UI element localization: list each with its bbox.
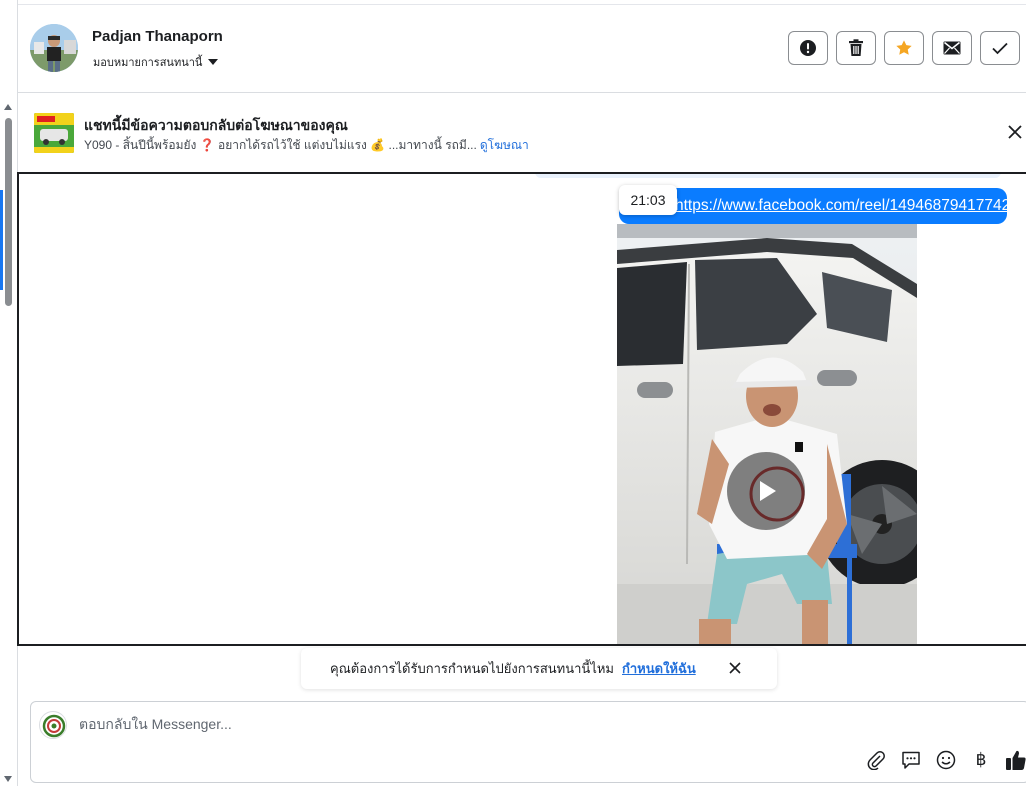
- close-icon: [729, 662, 741, 674]
- close-ad-context-button[interactable]: [1006, 123, 1024, 141]
- smiley-icon: [936, 750, 956, 770]
- ad-description: Y090 - สิ้นปีนี้พร้อมยัง ❓ อยากได้รถไว้ใ…: [84, 138, 477, 152]
- envelope-icon: [943, 41, 961, 55]
- mark-unread-button[interactable]: [932, 31, 972, 65]
- scroll-up-arrow-icon[interactable]: [4, 104, 12, 110]
- reply-input[interactable]: [79, 716, 679, 732]
- ad-thumbnail[interactable]: [34, 113, 74, 153]
- page-avatar: [39, 711, 67, 739]
- message-timestamp-tooltip: 21:03: [619, 185, 677, 215]
- conversation-header: Padjan Thanaporn มอบหมายการสนทนานี้: [18, 5, 1026, 93]
- selected-conversation-marker: [0, 190, 3, 290]
- reel-video-preview[interactable]: [617, 224, 917, 644]
- close-icon: [1008, 125, 1022, 139]
- play-icon: [760, 481, 776, 501]
- inbox-conversation-view: Padjan Thanaporn มอบหมายการสนทนานี้ แชทน…: [0, 0, 1026, 786]
- ad-context-title: แชทนี้มีข้อความตอบกลับต่อโฆษณาของคุณ: [84, 117, 348, 133]
- composer-toolbar: ฿: [865, 749, 1026, 771]
- conversation-actions: [788, 31, 1020, 65]
- payment-button[interactable]: ฿: [970, 749, 992, 771]
- alert-icon: [800, 40, 816, 56]
- report-spam-button[interactable]: [788, 31, 828, 65]
- previous-message-bubble: [535, 174, 1001, 178]
- assign-conversation-dropdown[interactable]: มอบหมายการสนทนานี้: [93, 53, 219, 71]
- thumbs-up-icon: [1006, 750, 1026, 770]
- star-button[interactable]: [884, 31, 924, 65]
- conversation-list-scrollbar[interactable]: [5, 118, 12, 306]
- star-icon: [896, 40, 912, 55]
- caret-down-icon: [208, 59, 219, 65]
- emoji-button[interactable]: [935, 749, 957, 771]
- play-button[interactable]: [727, 452, 805, 530]
- assign-suggestion-banner: คุณต้องการได้รับการกำหนดไปยังการสนทนานี้…: [301, 648, 777, 689]
- trash-icon: [849, 39, 863, 56]
- contact-avatar[interactable]: [30, 24, 78, 72]
- mark-done-button[interactable]: [980, 31, 1020, 65]
- chat-bubble-icon: [902, 751, 920, 769]
- delete-button[interactable]: [836, 31, 876, 65]
- ad-description-row: Y090 - สิ้นปีนี้พร้อมยัง ❓ อยากได้รถไว้ใ…: [84, 136, 529, 155]
- baht-icon: ฿: [975, 750, 987, 769]
- contact-name[interactable]: Padjan Thanaporn: [92, 28, 223, 45]
- ad-reply-context: แชทนี้มีข้อความตอบกลับต่อโฆษณาของคุณ Y09…: [18, 93, 1026, 165]
- check-icon: [992, 42, 1008, 55]
- message-thread[interactable]: https://www.facebook.com/reel/1494687941…: [17, 172, 1026, 646]
- saved-replies-button[interactable]: [900, 749, 922, 771]
- dismiss-suggestion-button[interactable]: [727, 660, 743, 676]
- link-message-bubble[interactable]: https://www.facebook.com/reel/1494687941…: [619, 188, 1007, 224]
- attach-button[interactable]: [865, 749, 887, 771]
- reply-composer: ฿: [30, 701, 1026, 783]
- like-button[interactable]: [1005, 749, 1026, 771]
- assign-suggestion-text: คุณต้องการได้รับการกำหนดไปยังการสนทนานี้…: [330, 661, 614, 676]
- view-ad-link[interactable]: ดูโฆษณา: [480, 138, 529, 152]
- paperclip-icon: [867, 751, 885, 770]
- assign-to-me-link[interactable]: กำหนดให้ฉัน: [622, 658, 696, 679]
- assign-label: มอบหมายการสนทนานี้: [93, 57, 203, 69]
- scroll-down-arrow-icon[interactable]: [4, 776, 12, 782]
